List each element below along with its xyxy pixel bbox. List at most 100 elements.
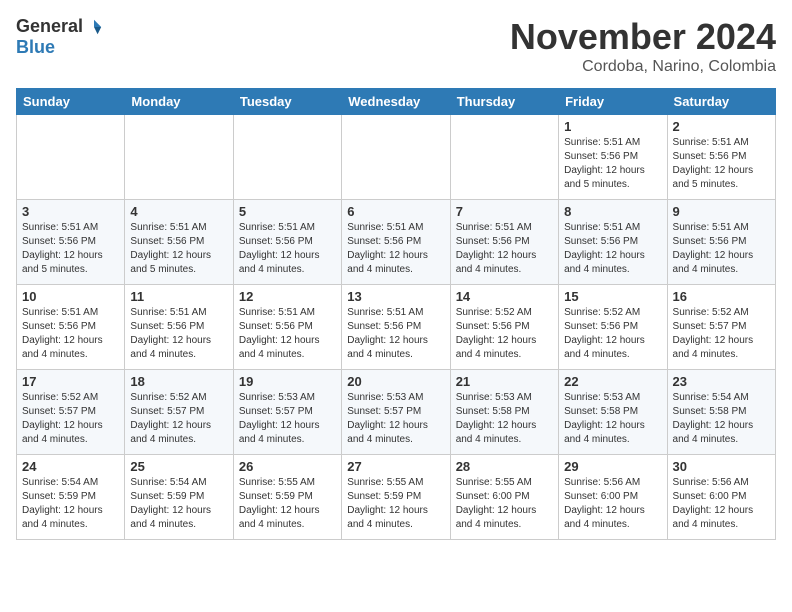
day-info: Sunrise: 5:53 AM Sunset: 5:58 PM Dayligh… <box>564 391 661 447</box>
header: General Blue November 2024 Cordoba, Nari… <box>16 16 776 76</box>
calendar-week-4: 17 Sunrise: 5:52 AM Sunset: 5:57 PM Dayli… <box>17 370 776 455</box>
day-number: 11 <box>130 289 227 304</box>
calendar-cell: 26Sunrise: 5:55 AM Sunset: 5:59 PM Dayli… <box>233 455 341 540</box>
calendar-cell: 28 Sunrise: 5:55 AM Sunset: 6:00 PM Dayli… <box>450 455 558 540</box>
day-number: 22 <box>564 374 661 389</box>
calendar-cell: 27 Sunrise: 5:55 AM Sunset: 5:59 PM Dayli… <box>342 455 450 540</box>
day-number: 7 <box>456 204 553 219</box>
calendar-week-2: 3Sunrise: 5:51 AM Sunset: 5:56 PM Daylig… <box>17 200 776 285</box>
day-number: 16 <box>673 289 770 304</box>
calendar-cell: 24 Sunrise: 5:54 AM Sunset: 5:59 PM Dayli… <box>17 455 125 540</box>
day-info: Sunrise: 5:51 AM Sunset: 5:56 PM Dayligh… <box>564 221 661 277</box>
day-info: Sunrise: 5:55 AM Sunset: 5:59 PM Dayligh… <box>239 476 336 532</box>
day-number: 25 <box>130 459 227 474</box>
calendar-cell: 12Sunrise: 5:51 AM Sunset: 5:56 PM Dayli… <box>233 285 341 370</box>
day-info: Sunrise: 5:55 AM Sunset: 6:00 PM Dayligh… <box>456 476 553 532</box>
day-info: Sunrise: 5:51 AM Sunset: 5:56 PM Dayligh… <box>130 306 227 362</box>
day-info: Sunrise: 5:51 AM Sunset: 5:56 PM Dayligh… <box>22 221 119 277</box>
day-number: 8 <box>564 204 661 219</box>
day-number: 19 <box>239 374 336 389</box>
day-info: Sunrise: 5:54 AM Sunset: 5:59 PM Dayligh… <box>22 476 119 532</box>
month-title: November 2024 <box>510 16 776 58</box>
calendar-cell: 11 Sunrise: 5:51 AM Sunset: 5:56 PM Dayli… <box>125 285 233 370</box>
day-info: Sunrise: 5:54 AM Sunset: 5:59 PM Dayligh… <box>130 476 227 532</box>
calendar-cell: 5Sunrise: 5:51 AM Sunset: 5:56 PM Daylig… <box>233 200 341 285</box>
day-number: 1 <box>564 119 661 134</box>
day-number: 6 <box>347 204 444 219</box>
calendar-cell: 29 Sunrise: 5:56 AM Sunset: 6:00 PM Dayli… <box>559 455 667 540</box>
weekday-header-wednesday: Wednesday <box>342 89 450 115</box>
day-number: 17 <box>22 374 119 389</box>
calendar-cell: 22 Sunrise: 5:53 AM Sunset: 5:58 PM Dayli… <box>559 370 667 455</box>
location-title: Cordoba, Narino, Colombia <box>510 58 776 76</box>
calendar-week-3: 10 Sunrise: 5:51 AM Sunset: 5:56 PM Dayli… <box>17 285 776 370</box>
calendar-cell: 16Sunrise: 5:52 AM Sunset: 5:57 PM Dayli… <box>667 285 775 370</box>
day-info: Sunrise: 5:51 AM Sunset: 5:56 PM Dayligh… <box>239 306 336 362</box>
calendar-header: SundayMondayTuesdayWednesdayThursdayFrid… <box>17 89 776 115</box>
calendar-week-1: 1 Sunrise: 5:51 AM Sunset: 5:56 PM Daylig… <box>17 115 776 200</box>
day-info: Sunrise: 5:51 AM Sunset: 5:56 PM Dayligh… <box>347 306 444 362</box>
day-number: 10 <box>22 289 119 304</box>
weekday-header-tuesday: Tuesday <box>233 89 341 115</box>
day-info: Sunrise: 5:51 AM Sunset: 5:56 PM Dayligh… <box>22 306 119 362</box>
day-number: 29 <box>564 459 661 474</box>
calendar-cell: 13 Sunrise: 5:51 AM Sunset: 5:56 PM Dayli… <box>342 285 450 370</box>
day-info: Sunrise: 5:52 AM Sunset: 5:56 PM Dayligh… <box>456 306 553 362</box>
calendar-cell: 6 Sunrise: 5:51 AM Sunset: 5:56 PM Daylig… <box>342 200 450 285</box>
weekday-header-thursday: Thursday <box>450 89 558 115</box>
day-number: 23 <box>673 374 770 389</box>
calendar-week-5: 24 Sunrise: 5:54 AM Sunset: 5:59 PM Dayli… <box>17 455 776 540</box>
day-info: Sunrise: 5:53 AM Sunset: 5:57 PM Dayligh… <box>239 391 336 447</box>
day-info: Sunrise: 5:53 AM Sunset: 5:57 PM Dayligh… <box>347 391 444 447</box>
calendar-body: 1 Sunrise: 5:51 AM Sunset: 5:56 PM Daylig… <box>17 115 776 540</box>
day-info: Sunrise: 5:51 AM Sunset: 5:56 PM Dayligh… <box>673 136 770 192</box>
day-number: 21 <box>456 374 553 389</box>
day-info: Sunrise: 5:51 AM Sunset: 5:56 PM Dayligh… <box>347 221 444 277</box>
day-number: 9 <box>673 204 770 219</box>
weekday-header-saturday: Saturday <box>667 89 775 115</box>
day-number: 28 <box>456 459 553 474</box>
calendar-cell: 25 Sunrise: 5:54 AM Sunset: 5:59 PM Dayli… <box>125 455 233 540</box>
calendar-cell: 17Sunrise: 5:52 AM Sunset: 5:57 PM Dayli… <box>17 370 125 455</box>
calendar-cell: 15Sunrise: 5:52 AM Sunset: 5:56 PM Dayli… <box>559 285 667 370</box>
day-number: 4 <box>130 204 227 219</box>
calendar-cell: 7 Sunrise: 5:51 AM Sunset: 5:56 PM Daylig… <box>450 200 558 285</box>
calendar-cell <box>17 115 125 200</box>
calendar-cell: 10 Sunrise: 5:51 AM Sunset: 5:56 PM Dayli… <box>17 285 125 370</box>
calendar-cell: 20 Sunrise: 5:53 AM Sunset: 5:57 PM Dayli… <box>342 370 450 455</box>
calendar-cell <box>342 115 450 200</box>
calendar-cell: 19 Sunrise: 5:53 AM Sunset: 5:57 PM Dayli… <box>233 370 341 455</box>
logo-flag-icon <box>85 18 103 36</box>
day-number: 27 <box>347 459 444 474</box>
weekday-header-monday: Monday <box>125 89 233 115</box>
weekday-header-sunday: Sunday <box>17 89 125 115</box>
logo-blue-text: Blue <box>16 37 55 58</box>
day-info: Sunrise: 5:51 AM Sunset: 5:56 PM Dayligh… <box>673 221 770 277</box>
weekday-header-friday: Friday <box>559 89 667 115</box>
day-info: Sunrise: 5:52 AM Sunset: 5:57 PM Dayligh… <box>130 391 227 447</box>
weekday-header-row: SundayMondayTuesdayWednesdayThursdayFrid… <box>17 89 776 115</box>
day-info: Sunrise: 5:52 AM Sunset: 5:56 PM Dayligh… <box>564 306 661 362</box>
day-info: Sunrise: 5:55 AM Sunset: 5:59 PM Dayligh… <box>347 476 444 532</box>
day-number: 24 <box>22 459 119 474</box>
logo: General Blue <box>16 16 103 58</box>
calendar-cell: 2Sunrise: 5:51 AM Sunset: 5:56 PM Daylig… <box>667 115 775 200</box>
calendar-cell: 9 Sunrise: 5:51 AM Sunset: 5:56 PM Daylig… <box>667 200 775 285</box>
day-info: Sunrise: 5:51 AM Sunset: 5:56 PM Dayligh… <box>456 221 553 277</box>
day-info: Sunrise: 5:53 AM Sunset: 5:58 PM Dayligh… <box>456 391 553 447</box>
calendar-cell: 21 Sunrise: 5:53 AM Sunset: 5:58 PM Dayli… <box>450 370 558 455</box>
day-number: 13 <box>347 289 444 304</box>
calendar-cell: 3Sunrise: 5:51 AM Sunset: 5:56 PM Daylig… <box>17 200 125 285</box>
calendar-cell: 4 Sunrise: 5:51 AM Sunset: 5:56 PM Daylig… <box>125 200 233 285</box>
calendar-cell: 30Sunrise: 5:56 AM Sunset: 6:00 PM Dayli… <box>667 455 775 540</box>
day-number: 14 <box>456 289 553 304</box>
day-number: 18 <box>130 374 227 389</box>
day-info: Sunrise: 5:54 AM Sunset: 5:58 PM Dayligh… <box>673 391 770 447</box>
calendar-cell: 14 Sunrise: 5:52 AM Sunset: 5:56 PM Dayli… <box>450 285 558 370</box>
day-number: 20 <box>347 374 444 389</box>
day-info: Sunrise: 5:56 AM Sunset: 6:00 PM Dayligh… <box>564 476 661 532</box>
calendar-cell <box>450 115 558 200</box>
calendar-cell: 23 Sunrise: 5:54 AM Sunset: 5:58 PM Dayli… <box>667 370 775 455</box>
title-area: November 2024 Cordoba, Narino, Colombia <box>510 16 776 76</box>
day-info: Sunrise: 5:51 AM Sunset: 5:56 PM Dayligh… <box>130 221 227 277</box>
